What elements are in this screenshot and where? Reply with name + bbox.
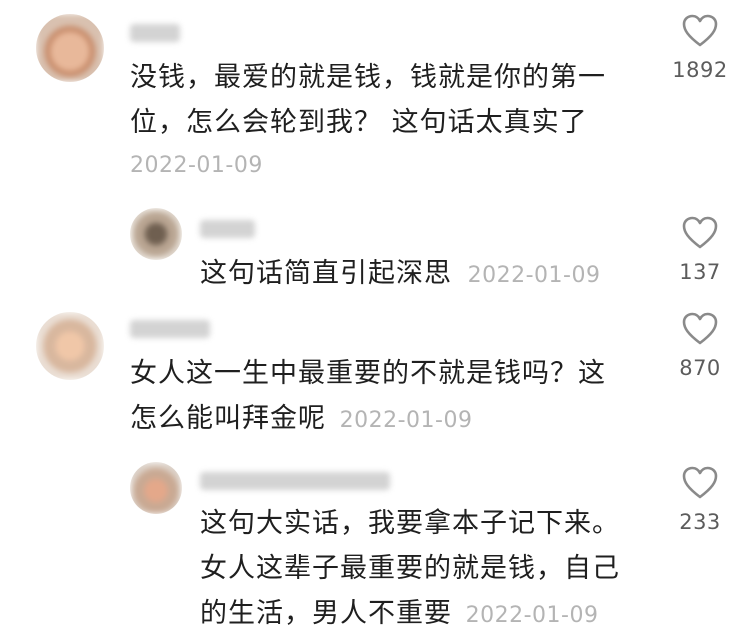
comment-text-content: 这句话简直引起深思: [200, 258, 452, 289]
like-count: 1892: [672, 58, 728, 82]
like-count: 233: [679, 510, 721, 534]
comment-text-content: 怎么能叫拜金呢: [130, 403, 326, 434]
comment-text-line: 女人这辈子最重要的就是钱，自己: [200, 553, 620, 584]
comment-text: 的生活，男人不重要 2022-01-09: [200, 591, 598, 638]
comment-text-line: 这句大实话，我要拿本子记下来。: [200, 508, 620, 539]
comment-date: 2022-01-09: [467, 263, 601, 288]
comment-4-reply: 这句大实话，我要拿本子记下来。 女人这辈子最重要的就是钱，自己 的生活，男人不重…: [0, 450, 752, 640]
avatar[interactable]: [130, 462, 182, 514]
avatar[interactable]: [36, 14, 104, 82]
heart-outline-icon: [682, 14, 718, 47]
like-count: 137: [679, 260, 721, 284]
comment-1: 没钱，最爱的就是钱，钱就是你的第一 位，怎么会轮到我？ 这句话太真实了 2022…: [0, 0, 752, 190]
comment-text: 这句话简直引起深思 2022-01-09: [200, 251, 600, 298]
comment-text-line: 位，怎么会轮到我？ 这句话太真实了: [130, 107, 588, 138]
username[interactable]: [130, 24, 180, 42]
comment-date: 2022-01-09: [130, 153, 263, 178]
comment-text-line: 没钱，最爱的就是钱，钱就是你的第一: [130, 62, 606, 93]
like-button[interactable]: 1892: [660, 14, 740, 82]
heart-outline-icon: [682, 312, 718, 345]
comment-2-reply: 这句话简直引起深思 2022-01-09 137: [0, 190, 752, 300]
like-button[interactable]: 233: [660, 466, 740, 534]
like-button[interactable]: 870: [660, 312, 740, 380]
like-count: 870: [679, 356, 721, 380]
username[interactable]: [130, 320, 210, 338]
username[interactable]: [200, 472, 390, 490]
comment-text-line: 女人这一生中最重要的不就是钱吗？这: [130, 358, 606, 389]
comment-text-content: 的生活，男人不重要: [200, 598, 452, 629]
like-button[interactable]: 137: [660, 216, 740, 284]
comment-date: 2022-01-09: [339, 408, 473, 433]
heart-outline-icon: [682, 466, 718, 499]
comment-text: 怎么能叫拜金呢 2022-01-09: [130, 396, 472, 443]
avatar[interactable]: [130, 208, 182, 260]
avatar[interactable]: [36, 312, 104, 380]
comment-date: 2022-01-09: [465, 603, 599, 628]
heart-outline-icon: [682, 216, 718, 249]
username[interactable]: [200, 220, 255, 238]
comment-3: 女人这一生中最重要的不就是钱吗？这 怎么能叫拜金呢 2022-01-09 870: [0, 300, 752, 450]
